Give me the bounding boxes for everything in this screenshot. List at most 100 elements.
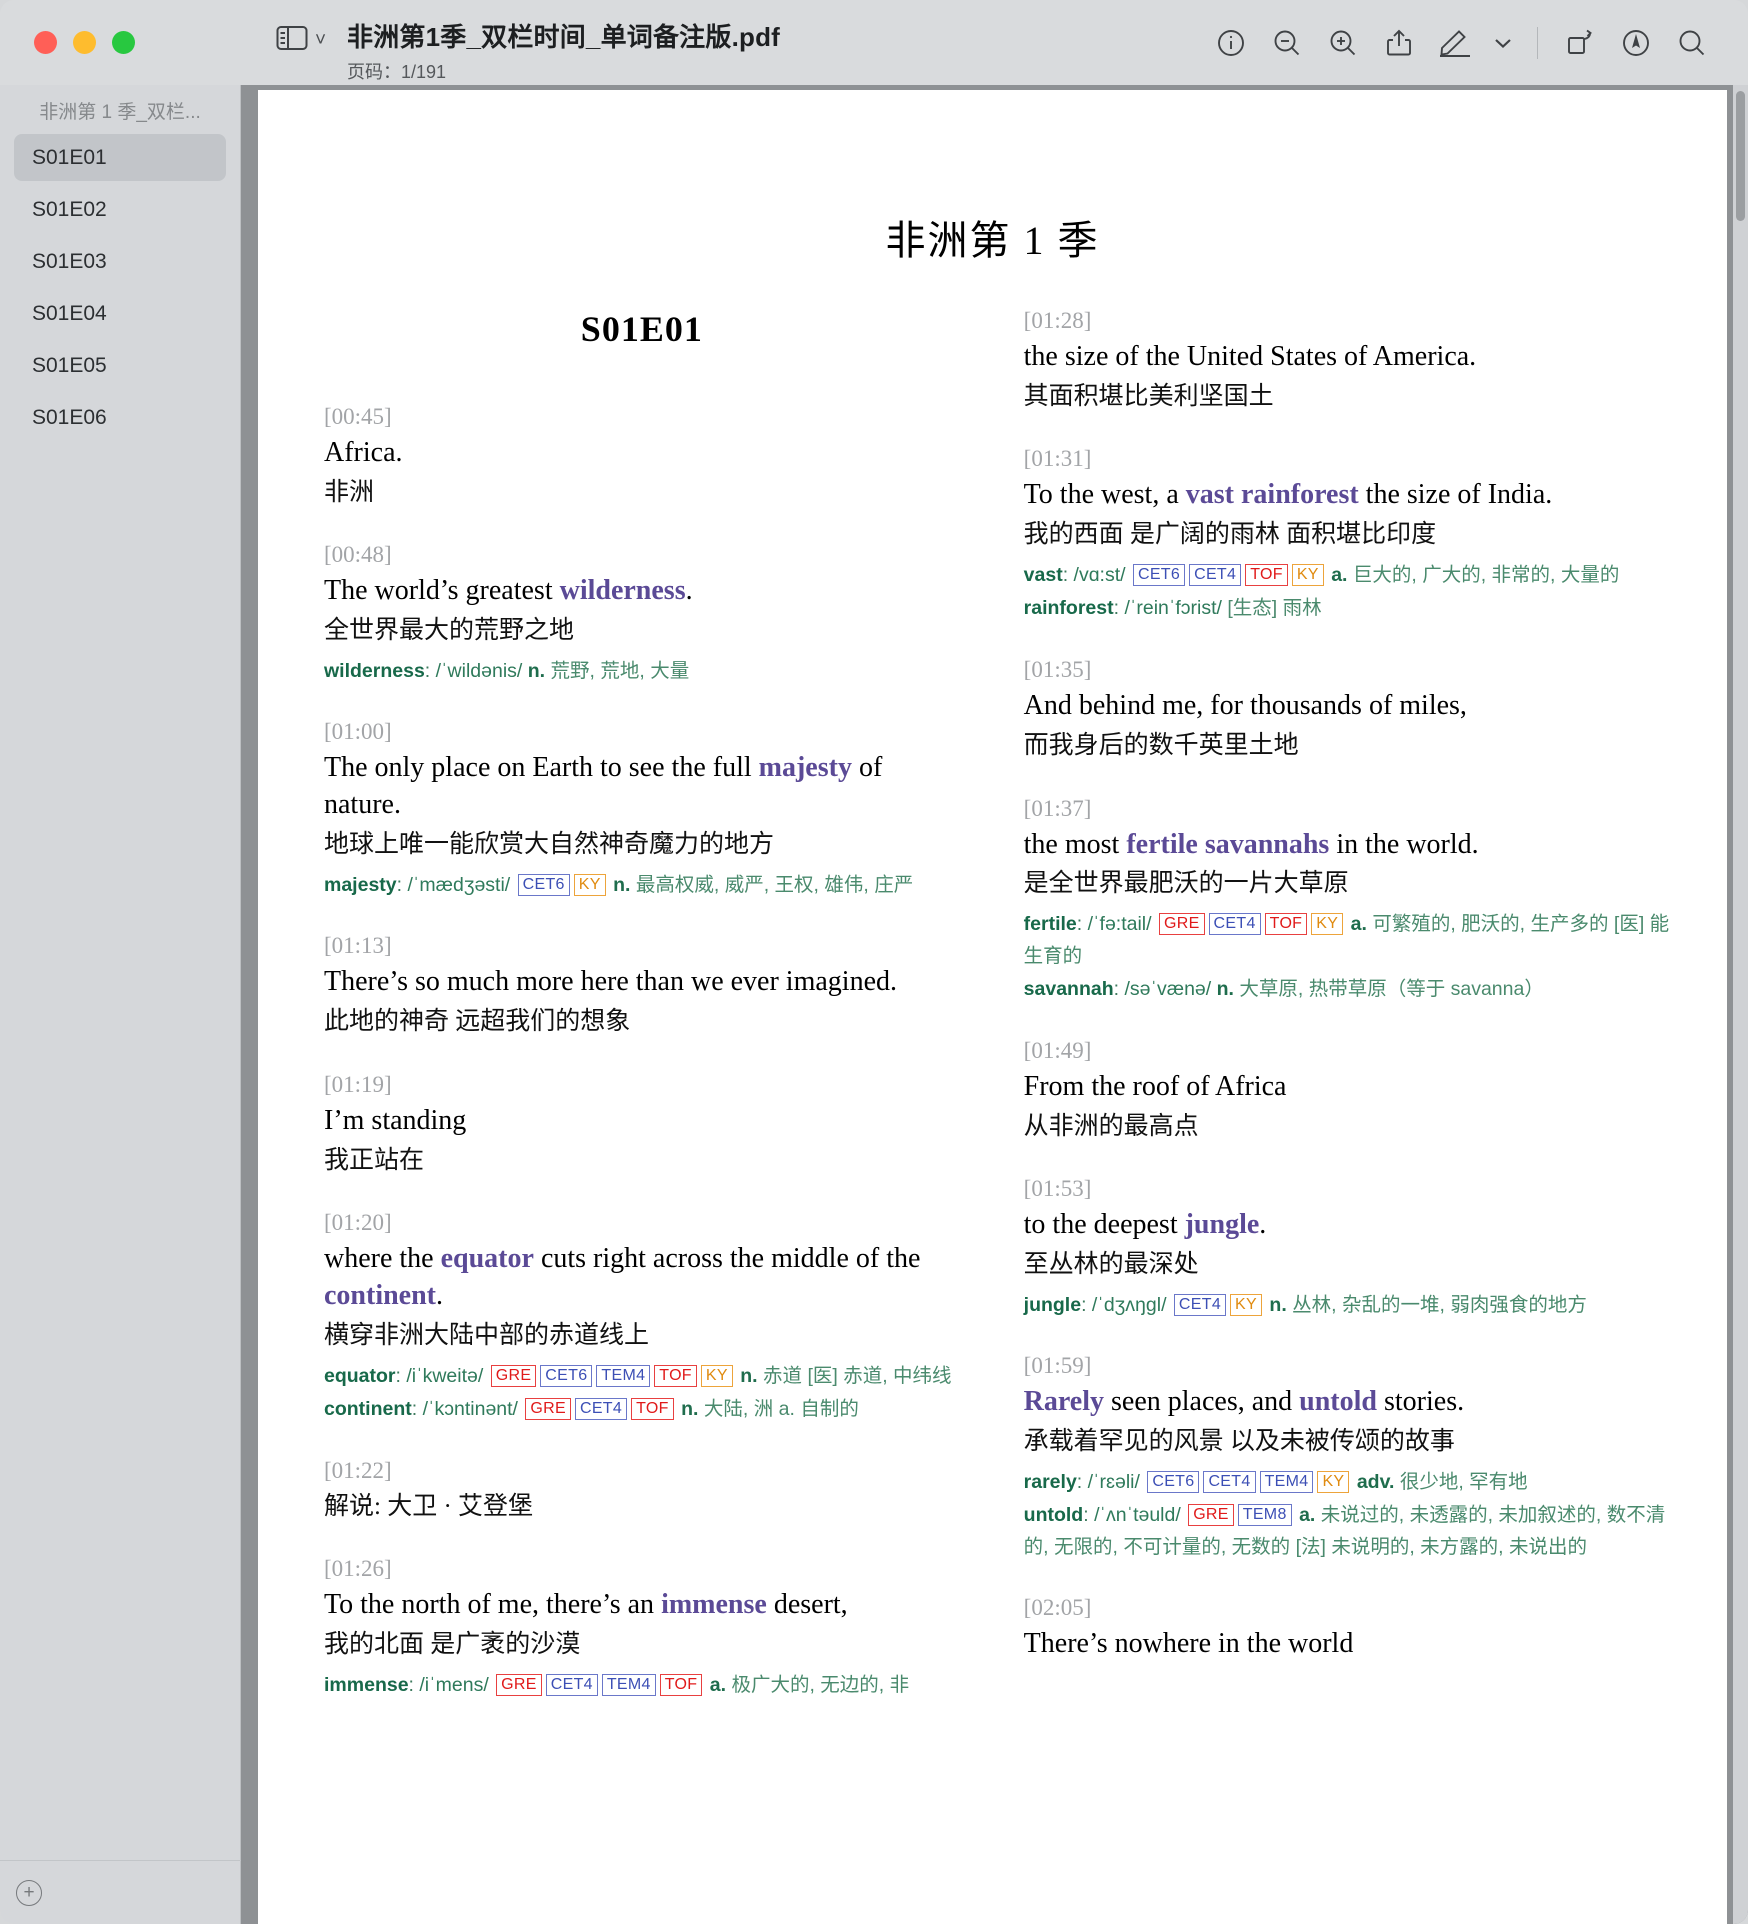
timestamp: [00:48] (324, 542, 392, 568)
exam-tag-badge: CET6 (1147, 1470, 1200, 1493)
subtitle-block: [02:05] There’s nowhere in the world (1024, 1595, 1671, 1663)
headword: rarely (1023, 1470, 1077, 1493)
definition-list: jungle: /ˈdʒʌŋgl/ CET4 KY n. 丛林, 杂乱的一堆, 弱… (1024, 1290, 1671, 1322)
markup-chevron-down-icon[interactable] (1483, 20, 1523, 66)
exam-tag-badge: TEM4 (596, 1364, 651, 1387)
zoom-in-icon[interactable] (1315, 20, 1371, 66)
sidebar-icon (276, 25, 308, 56)
part-of-speech: n. (1216, 978, 1234, 1001)
definition-entry: savannah: /səˈvænə/ n. 大草原, 热带草原（等于 sava… (1023, 978, 1544, 1001)
chinese-gloss: 巨大的, 广大的, 非常的, 大量的 (1352, 563, 1620, 586)
chinese-line: 从非洲的最高点 (1023, 1112, 1199, 1140)
exam-tag-badge: CET4 (1173, 1293, 1227, 1316)
headword: equator (324, 1364, 396, 1387)
highlight-word: continent (324, 1280, 436, 1312)
chinese-line: 此地的神奇 远超我们的想象 (324, 1008, 631, 1036)
sidebar-item-s01e03[interactable]: S01E03 (14, 238, 226, 285)
sidebar-item-s01e01[interactable]: S01E01 (14, 134, 226, 181)
exam-tag-badge: KY (1230, 1293, 1262, 1316)
headword: rainforest (1023, 597, 1114, 620)
chinese-gloss: 丛林, 杂乱的一堆, 弱肉强食的地方 (1292, 1293, 1587, 1316)
document-title: 非洲第1季_双栏时间_单词备注版.pdf (347, 22, 781, 52)
subtitle-block: [01:35] And behind me, for thousands of m… (1024, 657, 1671, 763)
page-indicator: 页码：1/191 (347, 62, 447, 82)
exam-tag-badge: CET4 (1208, 912, 1261, 935)
sidebar-item-s01e05[interactable]: S01E05 (14, 342, 226, 389)
phonetic: /iˈkweitə/ (406, 1364, 484, 1387)
definition-list: vast: /vɑ:st/ CET6 CET4 TOF KY a. 巨大的, 广大的,… (1024, 560, 1671, 625)
search-icon[interactable] (1664, 20, 1720, 66)
exam-tag-badge: TEM4 (601, 1673, 656, 1696)
toolbar-divider (1537, 27, 1538, 59)
chinese-line: 全世界最大的荒野之地 (324, 617, 575, 645)
english-line: where the equator cuts right across the … (324, 1243, 921, 1312)
english-line: And behind me, for thousands of miles, (1023, 690, 1467, 722)
definition-entry: equator: /iˈkweitə/ GRE CET6 TEM4 TOF KY n. … (324, 1364, 952, 1387)
right-column: [01:28] the size of the United States of … (1010, 308, 1671, 1733)
exam-tag-badge: CET4 (574, 1398, 628, 1421)
timestamp: [01:22] (324, 1457, 392, 1483)
chinese-line: 是全世界最肥沃的一片大草原 (1023, 870, 1349, 898)
definition-list: wilderness: /ˈwildənis/ n. 荒野, 荒地, 大量 (324, 656, 960, 688)
sidebar-item-s01e02[interactable]: S01E02 (14, 186, 226, 233)
definition-entry: jungle: /ˈdʒʌŋgl/ CET4 KY n. 丛林, 杂乱的一堆, 弱… (1023, 1293, 1587, 1316)
pdf-viewer-window: ˅ 非洲第1季_双栏时间_单词备注版.pdf 页码：1/191 非洲第 1 季_… (0, 0, 1748, 1924)
chinese-line: 非洲 (324, 478, 375, 506)
vertical-scrollbar[interactable] (1733, 85, 1748, 1924)
headword: savannah (1023, 978, 1114, 1001)
left-column: S01E01 [00:45] Africa. 非洲 [00:48] The world’… (314, 308, 976, 1733)
part-of-speech: n. (740, 1364, 758, 1387)
phonetic: /ˈfə:tail/ (1087, 912, 1152, 935)
headword: continent (324, 1398, 412, 1421)
english-line: The world’s greatest wilderness. (324, 575, 693, 607)
minimize-button[interactable] (73, 31, 96, 54)
sidebar-item-list: S01E01 S01E02 S01E03 S01E04 S01E05 S01E06 (0, 134, 240, 441)
share-icon[interactable] (1371, 20, 1427, 66)
phonetic: /ˈreinˈfɔrist/ (1124, 597, 1222, 620)
exam-tag-badge: KY (1317, 1470, 1350, 1493)
subtitle-block: [00:45] Africa. 非洲 (324, 404, 960, 510)
page-title: 非洲第 1 季 (885, 218, 1100, 263)
sidebar-item-s01e04[interactable]: S01E04 (14, 290, 226, 337)
subtitle-block: [01:00] The only place on Earth to see th… (324, 719, 960, 901)
timestamp: [01:49] (1023, 1037, 1092, 1063)
phonetic: /ˈʌnˈtəuld/ (1094, 1504, 1181, 1527)
chinese-gloss: 大陆, 洲 a. 自制的 (703, 1398, 859, 1421)
sidebar-toggle-button[interactable]: ˅ (276, 25, 326, 56)
two-column-layout: S01E01 [00:45] Africa. 非洲 [00:48] The world’… (314, 308, 1671, 1733)
definition-entry: wilderness: /ˈwildənis/ n. 荒野, 荒地, 大量 (324, 659, 690, 682)
phonetic: /səˈvænə/ (1124, 978, 1212, 1001)
sidebar-item-s01e06[interactable]: S01E06 (14, 394, 226, 441)
window-controls (0, 0, 135, 54)
rotate-icon[interactable] (1552, 20, 1608, 66)
sidebar-header: 非洲第 1 季_双栏... (39, 102, 201, 123)
annotate-icon[interactable] (1608, 20, 1664, 66)
maximize-button[interactable] (112, 31, 135, 54)
close-button[interactable] (34, 31, 57, 54)
exam-tag-badge: TOF (654, 1364, 697, 1387)
highlight-word: immense (661, 1589, 767, 1621)
exam-tag-badge: CET6 (517, 873, 570, 896)
sidebar: 非洲第 1 季_双栏... S01E01 S01E02 S01E03 S01E04 S0… (0, 85, 241, 1924)
definition-entry: rainforest: /ˈreinˈfɔrist/ [生态] 雨林 (1023, 597, 1322, 620)
english-line: From the roof of Africa (1023, 1070, 1287, 1102)
chinese-gloss: 大草原, 热带草原（等于 savanna） (1239, 978, 1544, 1001)
phonetic: /ˈkɔntinənt/ (422, 1398, 518, 1421)
zoom-out-icon[interactable] (1259, 20, 1315, 66)
exam-tag-badge: CET4 (1189, 563, 1242, 586)
scrollbar-thumb[interactable] (1736, 91, 1745, 221)
add-button[interactable]: + (16, 1879, 42, 1906)
exam-tag-badge: KY (1311, 912, 1344, 935)
highlight-word: majesty (758, 752, 852, 784)
english-line: There’s nowhere in the world (1023, 1628, 1354, 1660)
chinese-line: 解说: 大卫 · 艾登堡 (324, 1492, 534, 1520)
info-icon[interactable] (1203, 20, 1259, 66)
english-line: To the west, a vast rainforest the size … (1023, 479, 1553, 511)
definition-entry: untold: /ˈʌnˈtəuld/ GRE TEM8 a. 未说过的, 未透露… (1023, 1504, 1666, 1558)
chinese-line: 我的西面 是广阔的雨林 面积堪比印度 (1023, 521, 1437, 549)
episode-title: S01E01 (580, 309, 703, 349)
timestamp: [02:05] (1023, 1595, 1092, 1621)
part-of-speech: n. (613, 873, 631, 896)
markup-icon[interactable] (1427, 20, 1483, 66)
english-line: the size of the United States of America… (1023, 341, 1477, 372)
